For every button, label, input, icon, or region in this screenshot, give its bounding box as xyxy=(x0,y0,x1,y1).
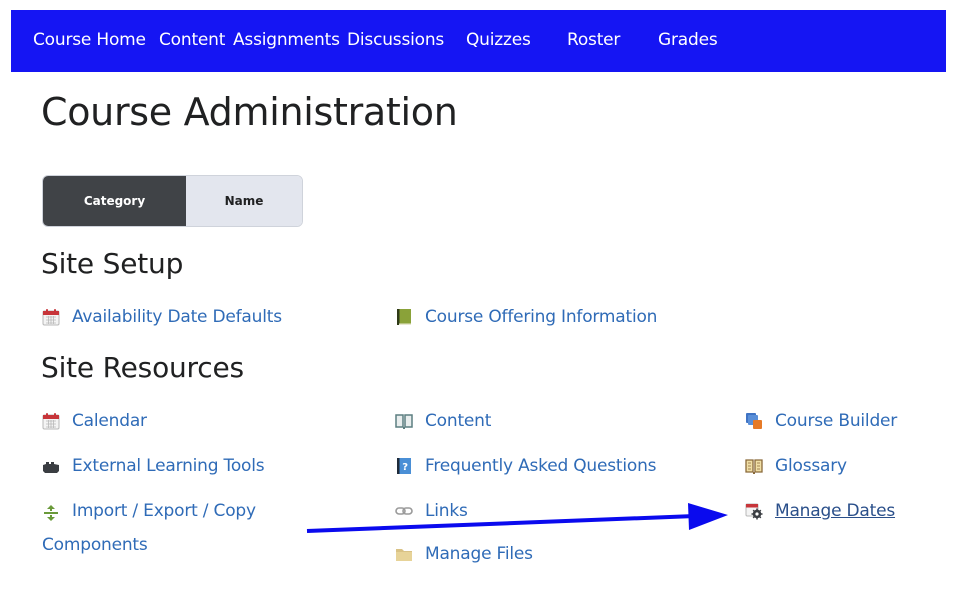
tool-label: Links xyxy=(425,501,468,521)
nav-course-home[interactable]: Course Home xyxy=(33,30,146,50)
tool-calendar[interactable]: Calendar xyxy=(42,410,147,432)
tool-label: Manage Dates xyxy=(775,501,896,521)
calendar-icon xyxy=(42,413,60,430)
view-toggle: Category Name xyxy=(42,175,303,227)
nav-discussions[interactable]: Discussions xyxy=(347,30,444,50)
tool-glossary[interactable]: Glossary xyxy=(745,455,847,477)
tool-content[interactable]: Content xyxy=(395,410,491,432)
tool-label: Calendar xyxy=(72,411,147,431)
tool-manage-files[interactable]: Manage Files xyxy=(395,543,533,565)
section-heading-site-resources: Site Resources xyxy=(41,351,244,384)
tool-import-export-copy-components[interactable]: Import / Export / Copy Components xyxy=(42,500,322,562)
svg-text:?: ? xyxy=(402,462,408,473)
toggle-name-button[interactable]: Name xyxy=(186,176,302,226)
tool-frequently-asked-questions[interactable]: ? Frequently Asked Questions xyxy=(395,455,657,477)
nav-assignments[interactable]: Assignments xyxy=(233,30,340,50)
course-navbar: Course Home Content Assignments Discussi… xyxy=(11,10,946,72)
tool-label: External Learning Tools xyxy=(72,456,265,476)
tool-label: Import / Export / Copy Components xyxy=(42,501,256,555)
calendar-gear-icon xyxy=(745,503,763,520)
nav-roster[interactable]: Roster xyxy=(567,30,620,50)
tool-manage-dates[interactable]: Manage Dates xyxy=(745,500,895,522)
tool-availability-date-defaults[interactable]: Availability Date Defaults xyxy=(42,306,282,328)
folder-icon xyxy=(396,549,412,561)
nav-content[interactable]: Content xyxy=(159,30,225,50)
tool-links[interactable]: Links xyxy=(395,500,468,522)
tool-course-builder[interactable]: Course Builder xyxy=(745,410,897,432)
calendar-icon xyxy=(42,309,60,326)
puzzle-icon xyxy=(43,462,59,473)
nav-grades[interactable]: Grades xyxy=(658,30,718,50)
nav-quizzes[interactable]: Quizzes xyxy=(466,30,531,50)
glossary-book-icon xyxy=(745,459,763,474)
tool-label: Course Builder xyxy=(775,411,898,431)
arrow-head xyxy=(688,503,728,530)
faq-book-icon: ? xyxy=(397,458,411,474)
tool-label: Availability Date Defaults xyxy=(72,307,282,327)
tool-label: Glossary xyxy=(775,456,847,476)
tool-external-learning-tools[interactable]: External Learning Tools xyxy=(42,455,265,477)
open-book-icon xyxy=(395,414,413,429)
green-book-icon xyxy=(397,309,411,325)
arrow-shaft xyxy=(306,514,696,533)
toggle-category-button[interactable]: Category xyxy=(43,176,186,226)
section-heading-site-setup: Site Setup xyxy=(41,247,184,280)
cubes-icon xyxy=(746,413,762,429)
page-title: Course Administration xyxy=(41,90,458,134)
tool-course-offering-information[interactable]: Course Offering Information xyxy=(395,306,657,328)
tool-label: Frequently Asked Questions xyxy=(425,456,657,476)
link-icon xyxy=(395,507,413,515)
import-export-icon xyxy=(44,505,58,521)
tool-label: Manage Files xyxy=(425,544,533,564)
tool-label: Course Offering Information xyxy=(425,307,658,327)
tool-label: Content xyxy=(425,411,492,431)
